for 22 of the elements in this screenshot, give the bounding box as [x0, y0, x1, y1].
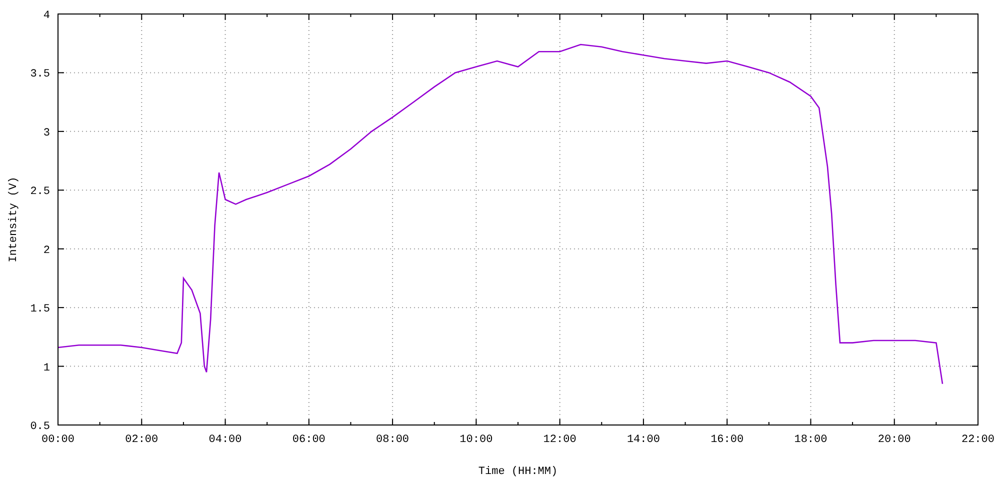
axis-title: Time (HH:MM): [478, 466, 558, 478]
tick-label: 22:00: [962, 434, 994, 446]
tick-label: 2: [43, 244, 50, 257]
tick-label: 1: [43, 362, 50, 374]
tick-label: 1.5: [30, 304, 50, 316]
tick-label: 12:00: [543, 434, 576, 446]
tick-label: 02:00: [125, 434, 158, 446]
tick-label: 06:00: [292, 434, 326, 446]
axis-title: Intensity (V): [8, 176, 20, 262]
tick-label: 04:00: [208, 434, 242, 446]
tick-label: 10:00: [460, 434, 493, 446]
tick-label: 3: [43, 127, 50, 140]
tick-label: 14:00: [626, 434, 660, 446]
tick-label: 16:00: [710, 434, 744, 446]
tick-label: 08:00: [376, 434, 410, 446]
tick-label: 2.5: [30, 186, 50, 198]
tick-label: 3.5: [30, 68, 50, 81]
tick-label: 20:00: [878, 434, 911, 446]
tick-label: 4: [43, 10, 50, 22]
tick-label: 00:00: [42, 434, 74, 446]
tick-label: 18:00: [794, 434, 828, 446]
tick-label: 0.5: [30, 421, 50, 433]
